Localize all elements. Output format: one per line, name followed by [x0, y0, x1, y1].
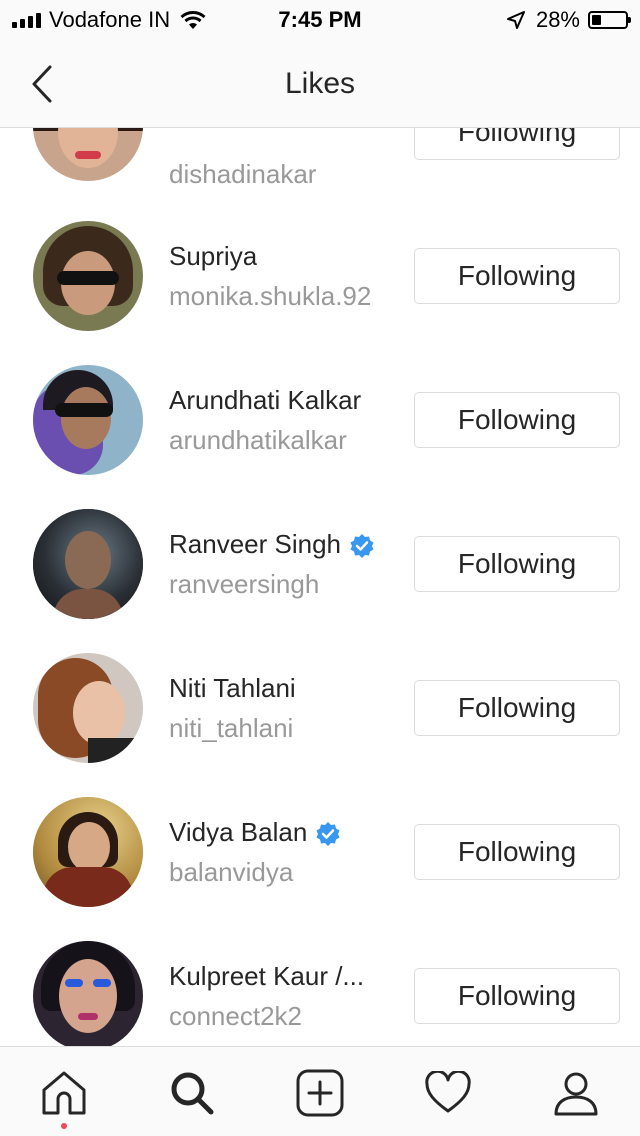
status-bar-right: 28% — [506, 6, 631, 34]
following-button[interactable]: Following — [414, 968, 620, 1024]
avatar[interactable] — [33, 128, 143, 181]
notification-dot — [61, 1123, 67, 1129]
search-icon — [171, 1072, 214, 1115]
list-item[interactable]: Vidya Balan balanvidya Following — [0, 776, 640, 920]
following-button[interactable]: Following — [414, 128, 620, 160]
bottom-tab-bar — [0, 1046, 640, 1136]
avatar[interactable] — [33, 653, 143, 763]
tab-home[interactable] — [36, 1065, 92, 1121]
activity-heart-icon — [425, 1071, 471, 1113]
list-item[interactable]: Supriya monika.shukla.92 Following — [0, 200, 640, 344]
user-name-text: Vidya Balan — [169, 817, 308, 847]
verified-badge-icon — [316, 822, 340, 847]
user-name[interactable]: Supriya — [169, 241, 257, 272]
avatar[interactable] — [33, 509, 143, 619]
user-name[interactable]: Niti Tahlani — [169, 673, 296, 704]
home-icon — [42, 1071, 86, 1115]
avatar[interactable] — [33, 221, 143, 331]
verified-badge-icon — [350, 534, 374, 559]
list-item[interactable]: Kulpreet Kaur /... connect2k2 Following — [0, 920, 640, 1046]
new-post-icon — [296, 1069, 344, 1117]
battery-level — [592, 15, 601, 25]
list-item[interactable]: dishadinakar Following — [0, 128, 640, 200]
user-handle: dishadinakar — [169, 159, 317, 189]
page-title: Likes — [284, 67, 356, 100]
user-handle: ranveersingh — [169, 569, 320, 599]
following-button[interactable]: Following — [414, 248, 620, 304]
following-button[interactable]: Following — [414, 536, 620, 592]
tab-activity[interactable] — [420, 1065, 476, 1121]
user-name[interactable]: Ranveer Singh — [169, 529, 375, 560]
battery-icon — [588, 11, 631, 29]
user-handle: connect2k2 — [169, 1001, 302, 1031]
list-item[interactable]: Niti Tahlani niti_tahlani Following — [0, 632, 640, 776]
list-item[interactable]: Arundhati Kalkar arundhatikalkar Followi… — [0, 344, 640, 488]
likes-list[interactable]: dishadinakar Following Supriya monika.sh… — [0, 128, 640, 1046]
location-arrow-icon — [506, 11, 525, 29]
following-button[interactable]: Following — [414, 824, 620, 880]
following-button[interactable]: Following — [414, 392, 620, 448]
status-bar: Vodafone IN 7:45 PM 28% — [0, 0, 640, 40]
user-handle: niti_tahlani — [169, 713, 294, 743]
user-handle: balanvidya — [169, 857, 294, 887]
tab-new-post[interactable] — [292, 1065, 348, 1121]
user-handle: monika.shukla.92 — [169, 281, 372, 311]
user-name[interactable]: Vidya Balan — [169, 817, 341, 848]
following-button[interactable]: Following — [414, 680, 620, 736]
avatar[interactable] — [33, 797, 143, 907]
user-name[interactable]: Kulpreet Kaur /... — [169, 961, 364, 992]
user-name-text: Ranveer Singh — [169, 529, 341, 559]
nav-header: Likes — [0, 40, 640, 128]
avatar[interactable] — [33, 941, 143, 1046]
list-item[interactable]: Ranveer Singh ranveersingh Following — [0, 488, 640, 632]
profile-icon — [554, 1072, 598, 1116]
tab-search[interactable] — [164, 1065, 220, 1121]
user-name[interactable]: Arundhati Kalkar — [169, 385, 361, 416]
battery-percent: 28% — [535, 7, 580, 32]
user-handle: arundhatikalkar — [169, 425, 347, 455]
avatar[interactable] — [33, 365, 143, 475]
tab-profile[interactable] — [548, 1065, 604, 1121]
